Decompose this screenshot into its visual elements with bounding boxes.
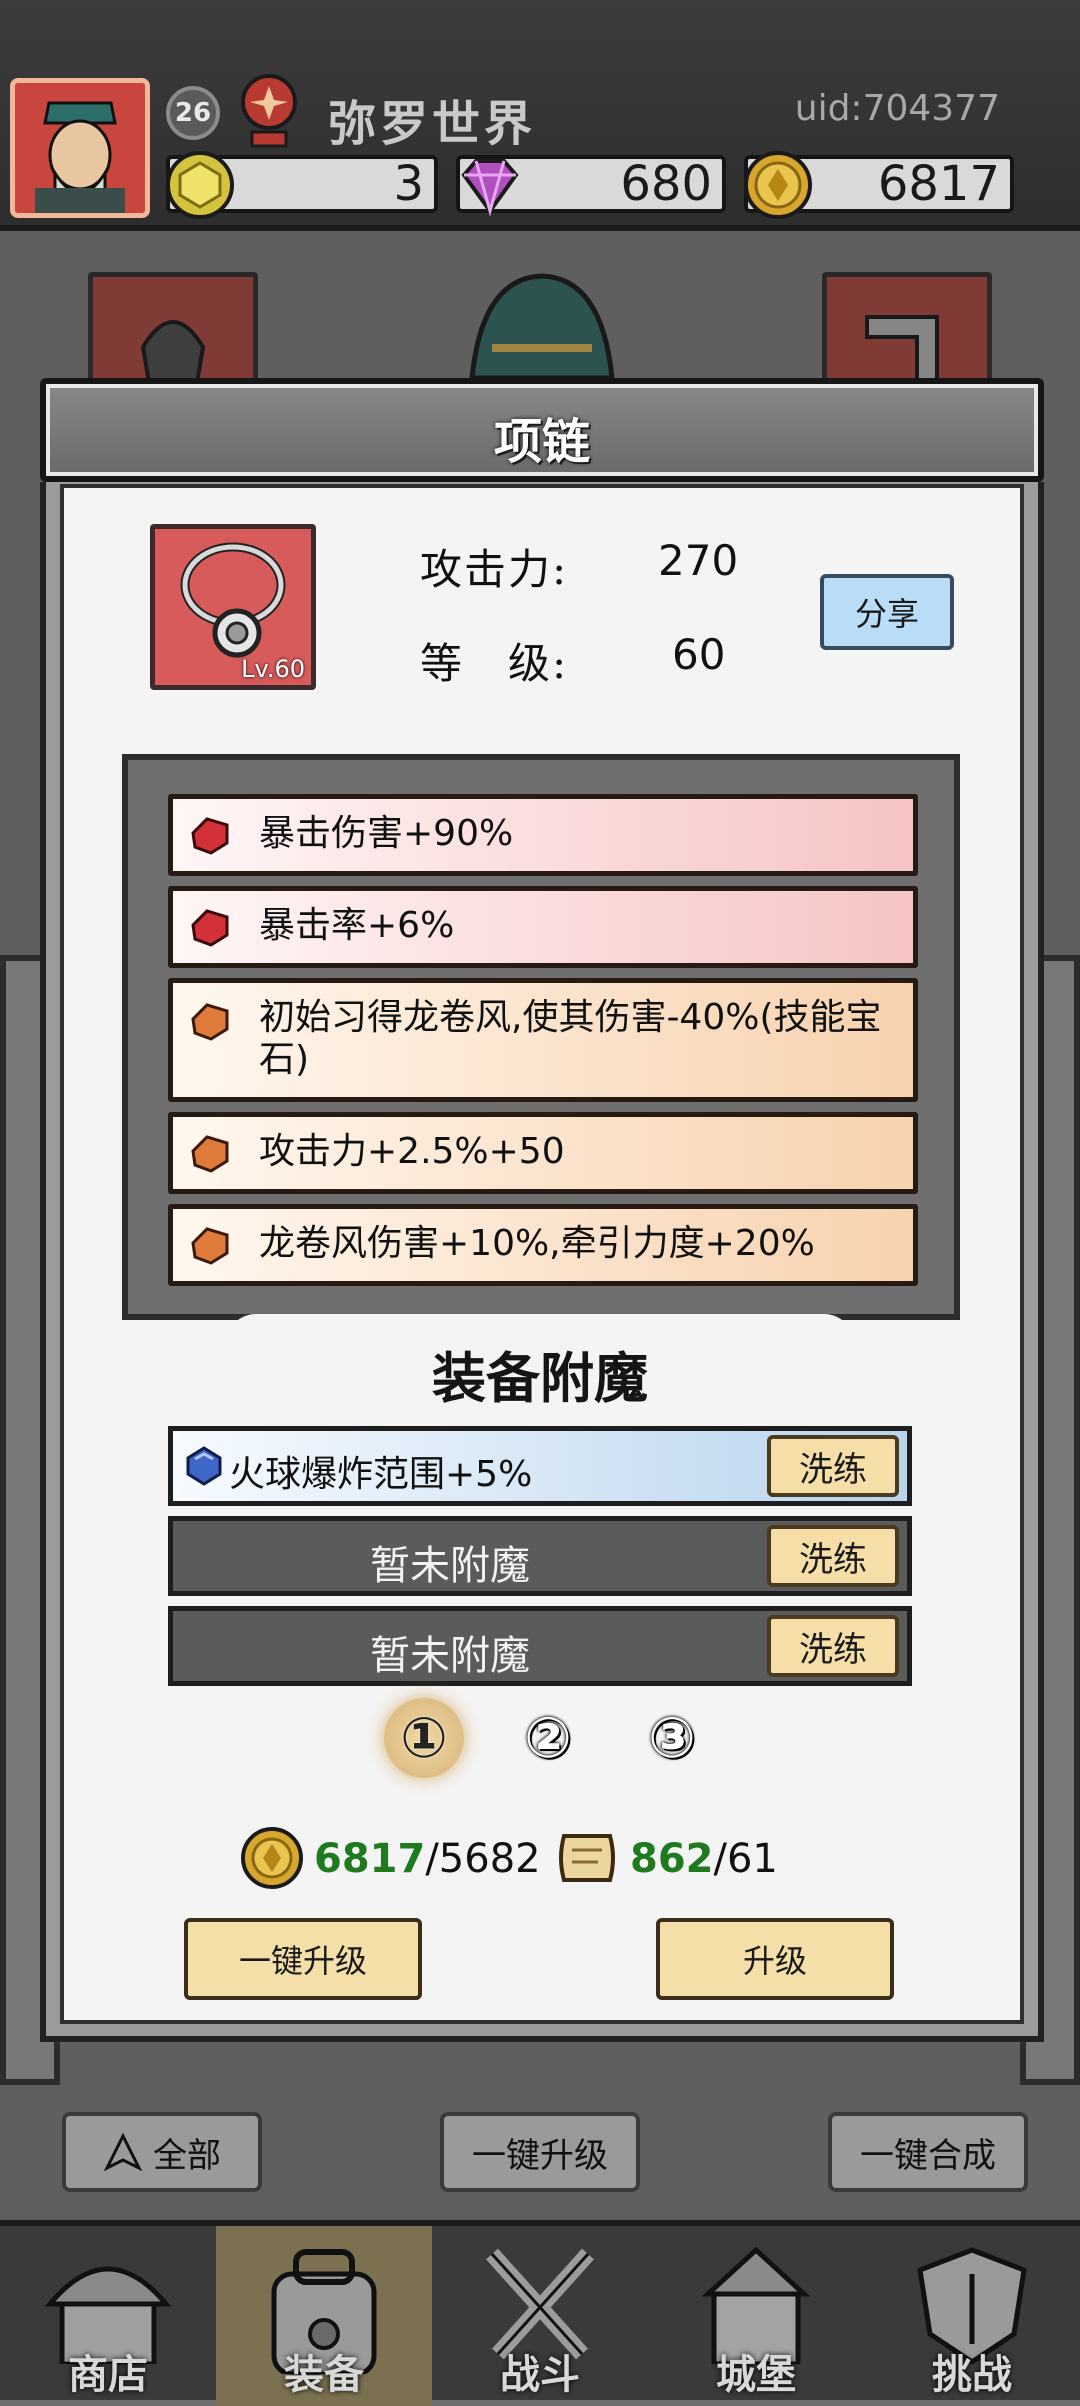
nav-challenge[interactable]: 挑战 <box>864 2226 1080 2406</box>
filter-all-button[interactable]: 全部 <box>62 2112 262 2192</box>
enchant-header: 装备附魔 <box>226 1314 854 1418</box>
item-level: Lv.60 <box>241 655 305 683</box>
enchant-row-2: 暂未附魔 洗练 <box>168 1516 912 1596</box>
gold-coin-icon <box>744 151 812 219</box>
affix-row: 暴击伤害+90% <box>168 794 918 876</box>
affix-text: 攻击力+2.5%+50 <box>259 1131 565 1172</box>
affix-row: 攻击力+2.5%+50 <box>168 1112 918 1194</box>
share-button[interactable]: 分享 <box>820 574 954 650</box>
attack-label: 攻击力: <box>420 545 569 594</box>
portrait-icon <box>15 83 145 213</box>
currency-gold[interactable]: 6817 <box>744 151 1014 219</box>
nav-equipment[interactable]: 装备 <box>216 2226 432 2406</box>
affix-text: 初始习得龙卷风,使其伤害-40%(技能宝石) <box>259 997 882 1080</box>
yellow-gem-icon <box>166 151 234 219</box>
player-level-badge: 26 <box>166 86 220 140</box>
nav-equipment-label: 装备 <box>284 2351 364 2398</box>
modal-title-bar: 项链 <box>40 378 1044 482</box>
nav-shop-label: 商店 <box>68 2351 148 2398</box>
nav-castle[interactable]: 城堡 <box>648 2226 864 2406</box>
scroll-icon <box>559 1834 615 1882</box>
upgrade-all-button[interactable]: 一键升级 <box>184 1918 422 2000</box>
attack-value: 270 <box>658 536 739 585</box>
purple-diamond-icon <box>461 159 519 217</box>
player-avatar[interactable] <box>10 78 150 218</box>
scroll-cost: 862/61 <box>630 1836 778 1882</box>
nav-shop[interactable]: 商店 <box>0 2226 216 2406</box>
merge-all-button[interactable]: 一键合成 <box>828 2112 1028 2192</box>
reroll-button[interactable]: 洗练 <box>767 1525 899 1587</box>
enchant-row-3: 暂未附魔 洗练 <box>168 1606 912 1686</box>
affix-text: 龙卷风伤害+10%,牵引力度+20% <box>259 1223 815 1264</box>
affix-row: 暴击率+6% <box>168 886 918 968</box>
enchant-text: 火球爆炸范围+5% <box>229 1454 533 1495</box>
enchant-text: 暂未附魔 <box>370 1543 530 1589</box>
rank-trophy-icon <box>241 74 297 148</box>
level-label: 等 级: <box>420 639 569 688</box>
nav-battle-label: 战斗 <box>500 2351 580 2398</box>
reroll-button[interactable]: 洗练 <box>767 1615 899 1677</box>
scroll-owned: 862 <box>630 1836 714 1882</box>
nav-castle-label: 城堡 <box>716 2351 796 2398</box>
enchant-page-2[interactable]: ② <box>508 1698 588 1778</box>
enchant-page-3[interactable]: ③ <box>632 1698 712 1778</box>
gold-required: /5682 <box>425 1836 541 1882</box>
red-gem-icon <box>191 817 229 855</box>
currency-diamonds[interactable]: 680 <box>456 155 726 217</box>
enchant-page-1[interactable]: ① <box>384 1698 464 1778</box>
orange-gem-icon <box>191 1227 229 1265</box>
triangle-filter-icon <box>103 2132 143 2172</box>
nav-battle[interactable]: 战斗 <box>432 2226 648 2406</box>
enchant-title: 装备附魔 <box>432 1346 648 1410</box>
gold-owned: 6817 <box>314 1836 426 1882</box>
enchant-text: 暂未附魔 <box>370 1633 530 1679</box>
currency-gems-value: 3 <box>393 156 424 212</box>
reroll-button[interactable]: 洗练 <box>767 1435 899 1497</box>
currency-gold-value: 6817 <box>877 156 1000 212</box>
currency-diamonds-value: 680 <box>620 156 712 212</box>
affix-row: 龙卷风伤害+10%,牵引力度+20% <box>168 1204 918 1286</box>
affix-row: 初始习得龙卷风,使其伤害-40%(技能宝石) <box>168 978 918 1102</box>
orange-gem-icon <box>191 1135 229 1173</box>
affix-text: 暴击率+6% <box>259 905 455 946</box>
blue-gem-icon <box>186 1446 222 1486</box>
item-icon-frame[interactable]: Lv.60 <box>150 524 316 690</box>
upgrade-button[interactable]: 升级 <box>656 1918 894 2000</box>
top-header: 26 弥罗世界 uid:704377 3 680 6817 <box>0 0 1080 231</box>
affix-text: 暴击伤害+90% <box>259 813 514 854</box>
currency-gems[interactable]: 3 <box>166 151 438 219</box>
level-value: 60 <box>672 630 726 679</box>
affix-list: 暴击伤害+90% 暴击率+6% 初始习得龙卷风,使其伤害-40%(技能宝石) 攻… <box>122 754 960 1320</box>
toolbar-upgrade-all-button[interactable]: 一键升级 <box>440 2112 640 2192</box>
gold-coin-icon <box>241 1827 303 1889</box>
gold-cost: 6817/5682 <box>314 1836 541 1882</box>
bottom-nav: 商店 装备 战斗 城堡 挑战 <box>0 2220 1080 2406</box>
red-gem-icon <box>191 909 229 947</box>
player-name: 弥罗世界 <box>328 96 537 152</box>
nav-challenge-label: 挑战 <box>932 2351 1012 2398</box>
scroll-required: /61 <box>713 1836 778 1882</box>
modal-title: 项链 <box>493 414 590 470</box>
player-uid: uid:704377 <box>794 88 1000 129</box>
orange-gem-icon <box>191 1003 229 1041</box>
enchant-row-1: 火球爆炸范围+5% 洗练 <box>168 1426 912 1506</box>
filter-all-label: 全部 <box>153 2135 221 2176</box>
